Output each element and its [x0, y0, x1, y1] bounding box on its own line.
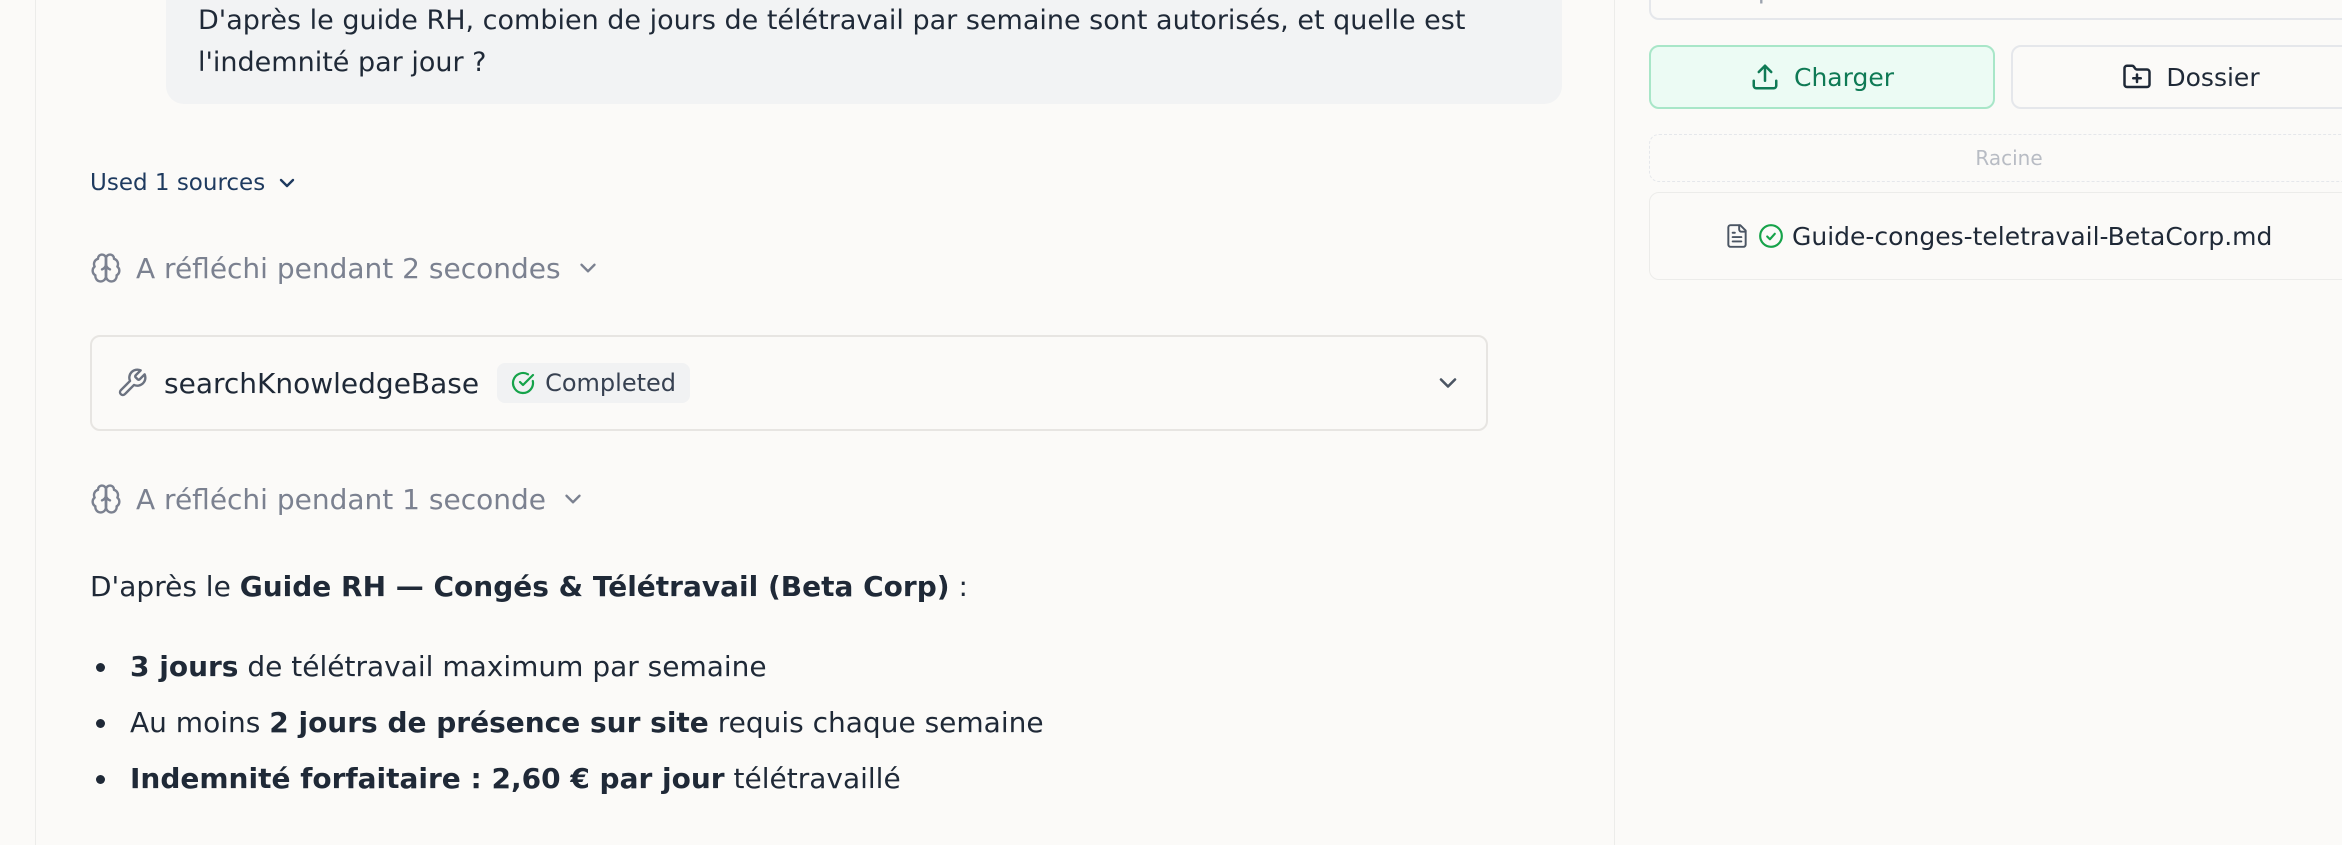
chevron-down-icon: [275, 171, 299, 195]
tool-call-card: searchKnowledgeBase Completed: [90, 335, 1488, 431]
bullet-text: télétravaillé: [724, 762, 901, 795]
sources-toggle[interactable]: Used 1 sources: [90, 164, 299, 202]
brain-icon: [90, 252, 122, 284]
documents-sidebar: Charger Dossier Racine Guide-conges-tele…: [1614, 0, 2342, 845]
root-label: Racine: [1975, 146, 2043, 170]
folder-plus-icon: [2122, 62, 2152, 92]
list-item: Indemnité forfaitaire : 2,60 € par jour …: [90, 756, 1044, 812]
file-name: Guide-conges-teletravail-BetaCorp.md: [1792, 221, 2273, 251]
check-circle-icon: [1758, 223, 1784, 249]
left-rail: [0, 0, 36, 845]
brain-icon: [90, 483, 122, 515]
reasoning-label-1: A réfléchi pendant 2 secondes: [136, 251, 561, 285]
upload-button[interactable]: Charger: [1649, 45, 1995, 109]
user-message-text: D'après le guide RH, combien de jours de…: [198, 5, 1466, 78]
answer-intro-bold: Guide RH — Congés & Télétravail (Beta Co…: [239, 570, 950, 603]
chevron-down-icon: [1439, 378, 1457, 388]
reasoning-label-2: A réfléchi pendant 1 seconde: [136, 482, 546, 516]
answer-intro-prefix: D'après le: [90, 570, 240, 603]
user-message-bubble: D'après le guide RH, combien de jours de…: [166, 0, 1562, 104]
chevron-down-icon: [575, 255, 601, 281]
upload-label: Charger: [1794, 62, 1894, 92]
answer-bullet-list: 3 jours de télétravail maximum par semai…: [90, 644, 1044, 812]
list-item: Au moins 2 jours de présence sur site re…: [90, 700, 1044, 756]
list-item: 3 jours de télétravail maximum par semai…: [90, 644, 1044, 700]
chat-panel: D'après le guide RH, combien de jours de…: [36, 0, 1614, 845]
check-circle-icon: [511, 371, 535, 395]
reasoning-toggle-2[interactable]: A réfléchi pendant 1 seconde: [90, 479, 586, 519]
bullet-text: requis chaque semaine: [708, 706, 1044, 739]
folder-label: Dossier: [2166, 62, 2260, 92]
tool-expand-button[interactable]: [1434, 369, 1462, 397]
status-badge: Completed: [497, 363, 691, 403]
bullet-bold: 3 jours: [130, 650, 239, 683]
answer-intro: D'après le Guide RH — Congés & Télétrava…: [90, 564, 968, 610]
bullet-bold: Indemnité forfaitaire : 2,60 € par jour: [130, 762, 725, 795]
bullet-prefix: Au moins: [130, 706, 270, 739]
chevron-down-icon: [560, 486, 586, 512]
file-text-icon: [1724, 223, 1750, 249]
filter-input[interactable]: [1649, 0, 2342, 20]
new-folder-button[interactable]: Dossier: [2011, 45, 2342, 109]
bullet-text: de télétravail maximum par semaine: [238, 650, 767, 683]
root-drop-zone[interactable]: Racine: [1649, 134, 2342, 182]
status-label: Completed: [545, 369, 677, 397]
answer-intro-suffix: :: [949, 570, 968, 603]
upload-icon: [1750, 62, 1780, 92]
bullet-bold: 2 jours de présence sur site: [269, 706, 709, 739]
wrench-icon: [116, 367, 148, 399]
reasoning-toggle-1[interactable]: A réfléchi pendant 2 secondes: [90, 248, 601, 288]
tool-name: searchKnowledgeBase: [164, 366, 480, 400]
sources-label: Used 1 sources: [90, 170, 266, 196]
file-item[interactable]: Guide-conges-teletravail-BetaCorp.md: [1649, 192, 2342, 280]
